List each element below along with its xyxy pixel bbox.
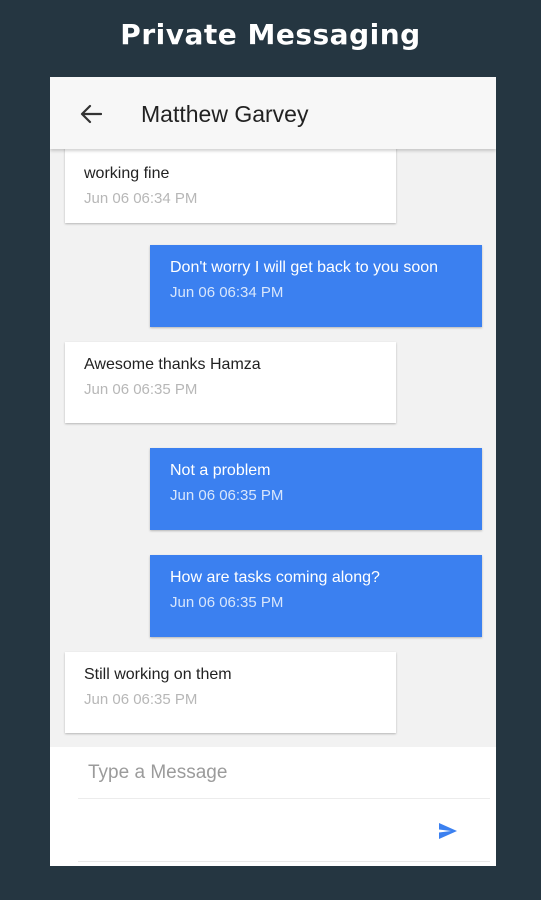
message-text: How are tasks coming along?: [170, 569, 380, 586]
app-bar: Matthew Garvey: [50, 77, 496, 149]
promo-title: Private Messaging: [120, 18, 421, 51]
send-icon: [439, 823, 457, 839]
message-bubble-outgoing: Don't worry I will get back to you soon …: [150, 245, 482, 327]
message-bubble-outgoing: How are tasks coming along? Jun 06 06:35…: [150, 555, 482, 637]
message-timestamp: Jun 06 06:35 PM: [170, 594, 284, 611]
back-button[interactable]: [74, 99, 108, 129]
divider: [78, 861, 490, 862]
message-bubble-incoming: working fine Jun 06 06:34 PM: [65, 149, 396, 223]
message-bubble-incoming: Still working on them Jun 06 06:35 PM: [65, 652, 396, 733]
contact-name: Matthew Garvey: [141, 101, 309, 127]
arrow-left-icon: [80, 104, 102, 124]
message-text: Not a problem: [170, 462, 271, 479]
message-timestamp: Jun 06 06:34 PM: [170, 284, 284, 301]
message-bubble-incoming: Awesome thanks Hamza Jun 06 06:35 PM: [65, 342, 396, 423]
message-text: Still working on them: [84, 666, 232, 683]
message-text: working fine: [84, 165, 170, 182]
message-list[interactable]: working fine Jun 06 06:34 PM Don't worry…: [50, 149, 496, 747]
message-timestamp: Jun 06 06:35 PM: [84, 691, 198, 708]
message-text: Awesome thanks Hamza: [84, 356, 261, 373]
message-text: Don't worry I will get back to you soon: [170, 259, 439, 276]
message-input[interactable]: [78, 747, 490, 799]
message-composer: [50, 747, 496, 866]
message-timestamp: Jun 06 06:35 PM: [170, 487, 284, 504]
message-timestamp: Jun 06 06:35 PM: [84, 381, 198, 398]
send-button[interactable]: [435, 819, 461, 843]
message-bubble-outgoing: Not a problem Jun 06 06:35 PM: [150, 448, 482, 530]
message-timestamp: Jun 06 06:34 PM: [84, 190, 198, 207]
phone-screen: Matthew Garvey working fine Jun 06 06:34…: [50, 77, 496, 866]
